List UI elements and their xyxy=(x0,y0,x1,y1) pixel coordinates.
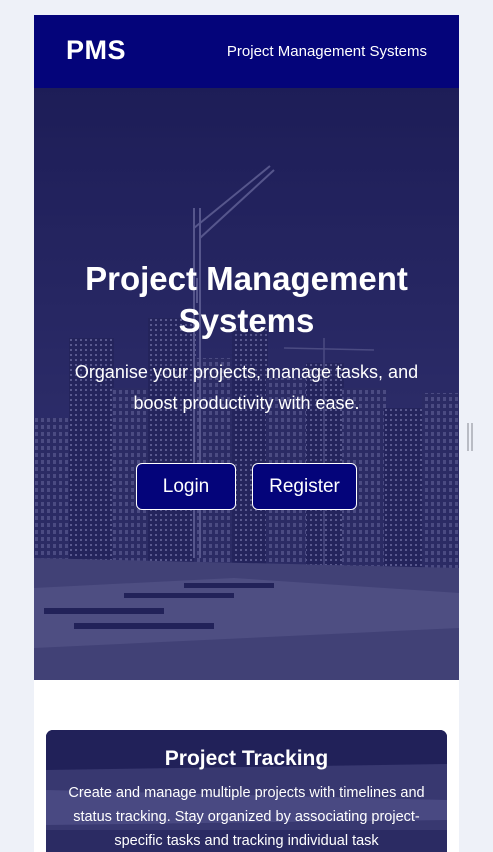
nav-link-project-management-systems[interactable]: Project Management Systems xyxy=(227,43,427,60)
feature-card-description: Create and manage multiple projects with… xyxy=(68,785,425,849)
resize-handle[interactable] xyxy=(467,423,473,451)
hero-subtitle: Organise your projects, manage tasks, an… xyxy=(74,362,419,413)
feature-card-project-tracking: Project Tracking Create and manage multi… xyxy=(46,730,447,852)
login-button[interactable]: Login xyxy=(136,463,236,510)
top-navbar: PMS Project Management Systems xyxy=(34,15,459,88)
feature-card-title: Project Tracking xyxy=(164,747,329,770)
app-window: PMS Project Management Systems Project M… xyxy=(34,15,459,852)
brand-logo[interactable]: PMS xyxy=(66,35,126,66)
register-button[interactable]: Register xyxy=(252,463,357,510)
hero-section: Project Management Systems Organise your… xyxy=(34,88,459,680)
hero-title: Project Management Systems xyxy=(85,260,408,339)
